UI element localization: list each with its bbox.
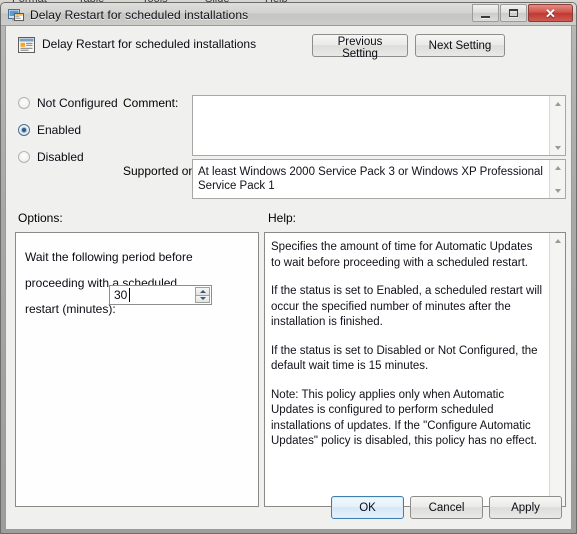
scroll-up-icon[interactable] — [550, 160, 565, 175]
help-paragraph: If the status is set to Disabled or Not … — [271, 344, 538, 373]
radio-label: Disabled — [37, 150, 84, 164]
help-panel: Specifies the amount of time for Automat… — [264, 232, 566, 507]
comment-scrollbar[interactable] — [549, 96, 565, 155]
text-caret — [129, 288, 130, 302]
help-paragraph: If the status is set to Enabled, a sched… — [271, 285, 543, 328]
options-panel: Wait the following period before proceed… — [15, 232, 259, 507]
supported-on-scrollbar[interactable] — [549, 160, 565, 198]
radio-disabled[interactable]: Disabled — [18, 150, 123, 164]
chevron-down-icon — [199, 297, 206, 301]
options-setting-label: Wait the following period before proceed… — [25, 244, 215, 322]
ok-button[interactable]: OK — [331, 496, 404, 519]
window-title: Delay Restart for scheduled installation… — [30, 7, 249, 22]
radio-icon — [18, 97, 30, 109]
caption-buttons: ✕ — [472, 4, 573, 22]
supported-on-text: At least Windows 2000 Service Pack 3 or … — [198, 166, 543, 192]
next-setting-button[interactable]: Next Setting — [415, 34, 505, 57]
policy-header: Delay Restart for scheduled installation… — [15, 34, 562, 64]
title-bar[interactable]: Delay Restart for scheduled installation… — [1, 3, 576, 26]
delay-minutes-value: 30 — [114, 288, 128, 302]
page-title: Delay Restart for scheduled installation… — [42, 37, 257, 51]
dialog-client-area: Delay Restart for scheduled installation… — [5, 26, 572, 530]
comment-label: Comment: — [123, 96, 179, 110]
previous-setting-button[interactable]: Previous Setting — [312, 34, 408, 60]
apply-button[interactable]: Apply — [489, 496, 562, 519]
help-label: Help: — [268, 211, 297, 225]
comment-input[interactable] — [192, 95, 566, 156]
close-icon: ✕ — [545, 5, 556, 21]
radio-label: Not Configured — [37, 96, 118, 110]
scroll-down-icon[interactable] — [550, 183, 565, 198]
delay-minutes-stepper[interactable]: 30 — [109, 285, 212, 305]
dialog-buttons: OK Cancel Apply — [331, 496, 562, 519]
maximize-button[interactable] — [500, 4, 527, 22]
supported-on-field: At least Windows 2000 Service Pack 3 or … — [192, 159, 566, 199]
help-paragraph: Specifies the amount of time for Automat… — [271, 241, 533, 269]
stepper-up-button[interactable] — [195, 287, 210, 296]
supported-on-label: Supported on: — [123, 164, 199, 178]
policy-state-group: Not Configured Enabled Disabled — [18, 96, 123, 177]
minimize-icon — [481, 15, 490, 18]
scroll-down-icon[interactable] — [550, 140, 565, 155]
policy-icon — [18, 37, 35, 53]
cancel-button[interactable]: Cancel — [410, 496, 483, 519]
radio-enabled[interactable]: Enabled — [18, 123, 123, 137]
radio-icon — [18, 151, 30, 163]
scroll-up-icon[interactable] — [550, 233, 565, 248]
stepper-buttons — [195, 287, 210, 303]
policy-setting-icon — [8, 7, 24, 23]
help-paragraph: Note: This policy applies only when Auto… — [271, 388, 537, 448]
help-scrollbar[interactable] — [549, 233, 565, 506]
close-button[interactable]: ✕ — [528, 4, 573, 22]
radio-label: Enabled — [37, 123, 82, 137]
restore-icon — [509, 9, 518, 17]
options-setting-line-1: Wait the following period before — [25, 250, 193, 264]
dialog-window: Delay Restart for scheduled installation… — [0, 2, 577, 534]
scroll-up-icon[interactable] — [550, 96, 565, 111]
chevron-up-icon — [199, 289, 206, 293]
radio-icon — [18, 124, 30, 136]
radio-not-configured[interactable]: Not Configured — [18, 96, 123, 110]
options-label: Options: — [18, 211, 63, 225]
help-text: Specifies the amount of time for Automat… — [271, 240, 543, 450]
minimize-button[interactable] — [472, 4, 499, 22]
stepper-down-button[interactable] — [195, 295, 210, 303]
